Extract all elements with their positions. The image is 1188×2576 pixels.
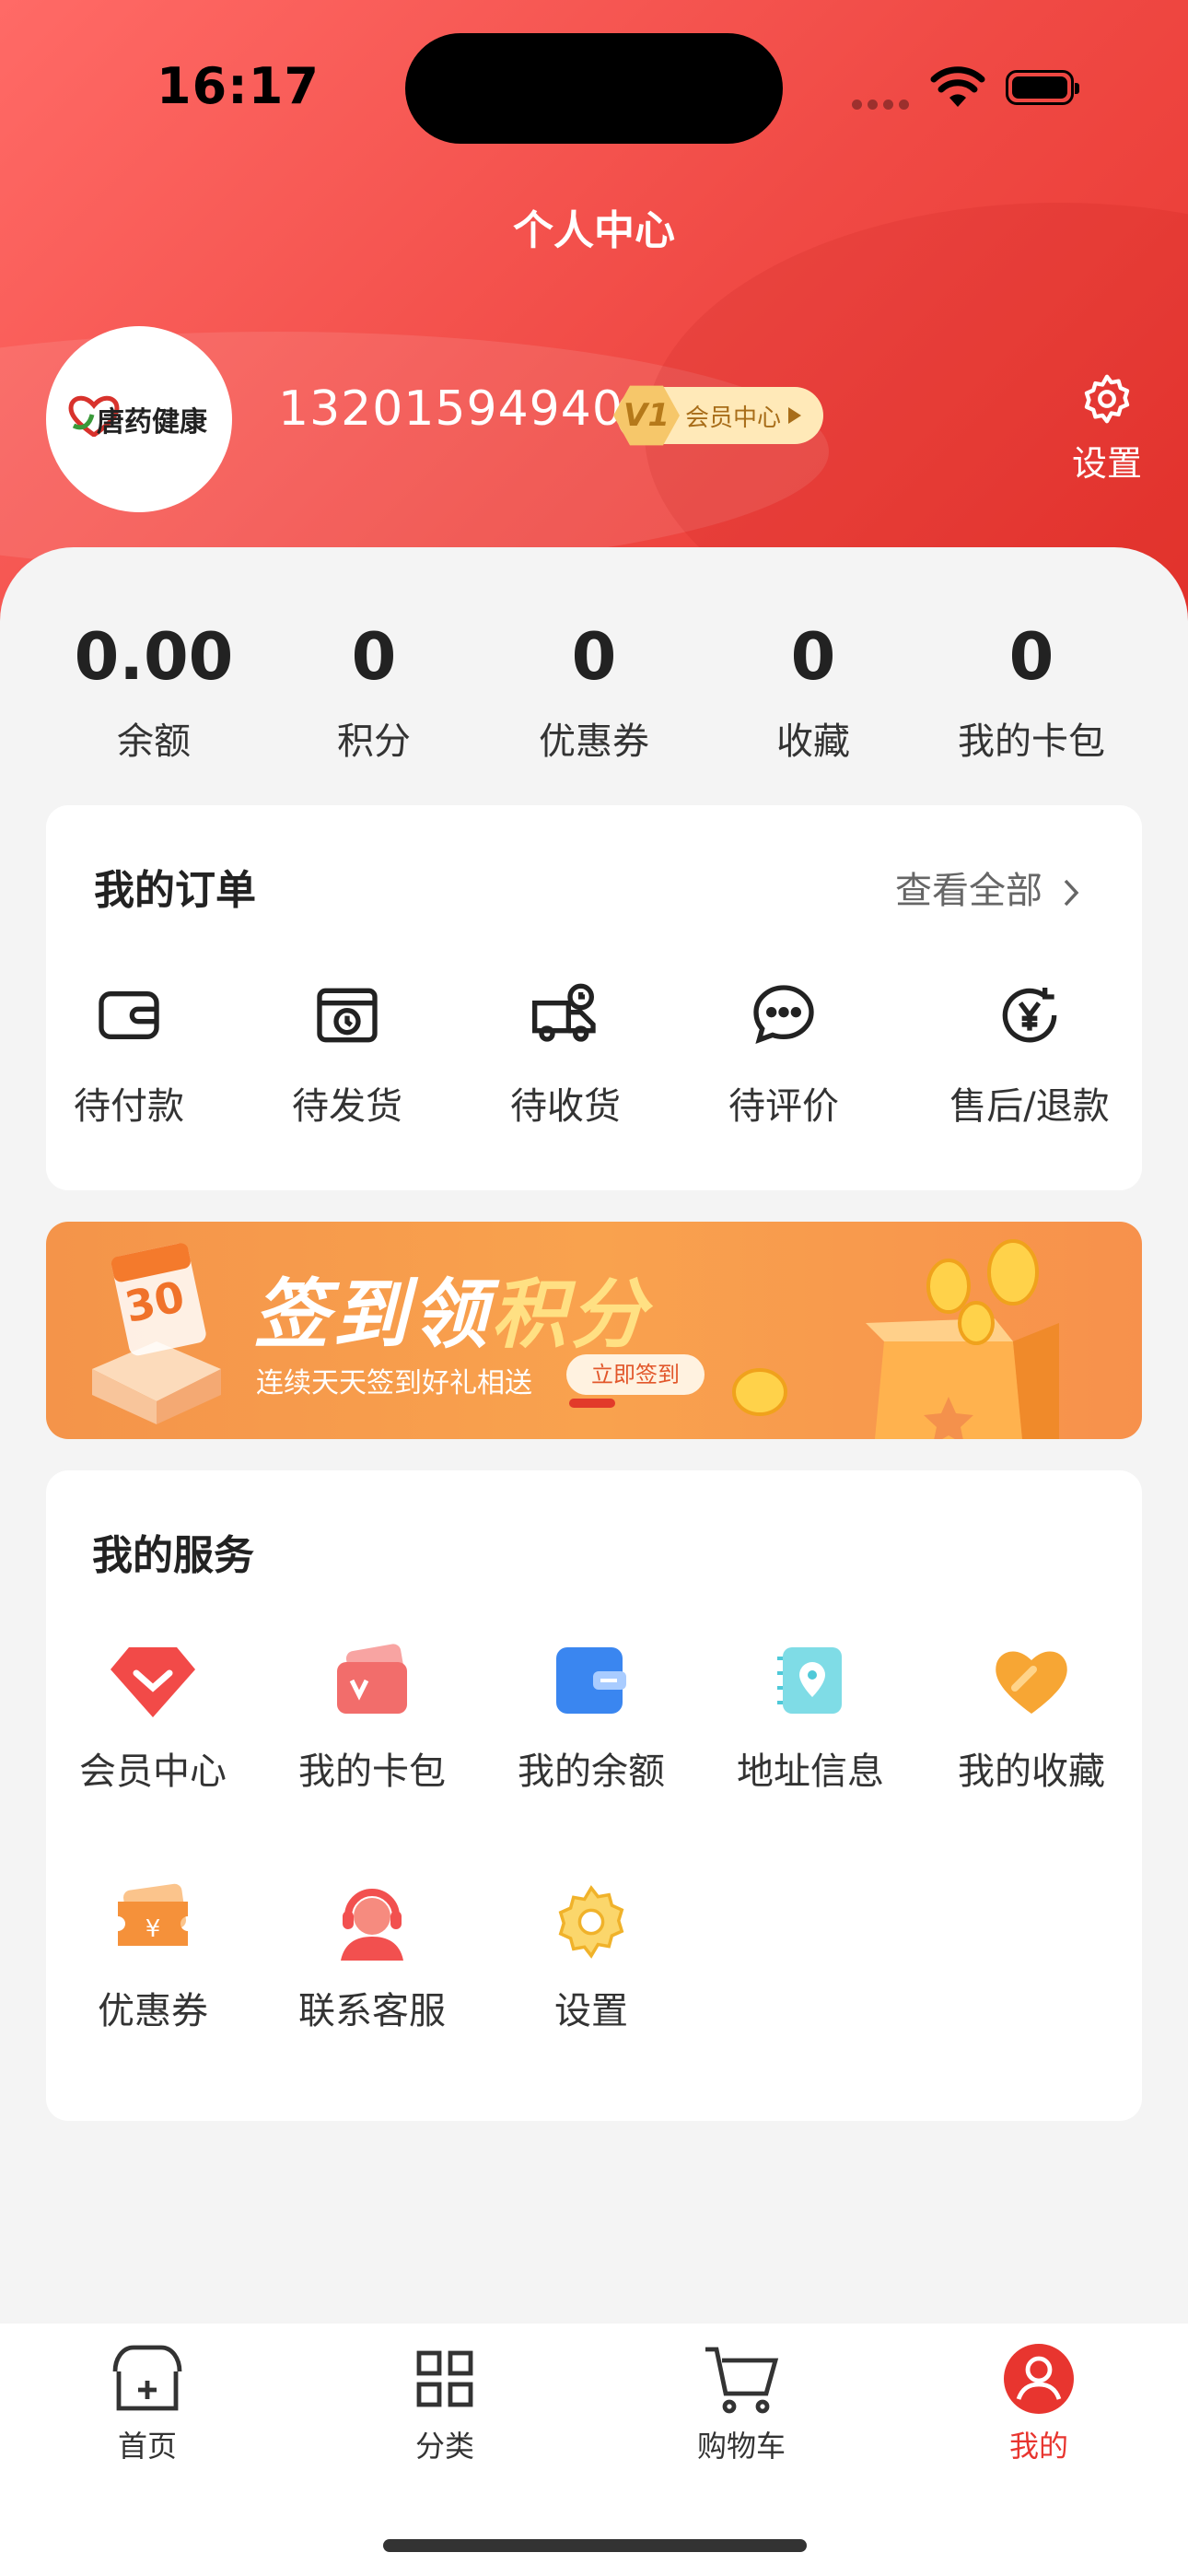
wallet-icon xyxy=(99,991,159,1039)
service-customer-support[interactable]: 联系客服 xyxy=(262,1883,483,2034)
tab-category[interactable]: 分类 xyxy=(371,2342,518,2465)
coin-icon xyxy=(732,1368,787,1416)
gear-icon xyxy=(1084,374,1130,424)
order-label: 待发货 xyxy=(292,1085,402,1128)
store-icon xyxy=(112,2345,182,2411)
tab-label: 首页 xyxy=(117,2429,177,2464)
order-pending-review[interactable]: 待评价 xyxy=(673,978,894,1130)
service-label: 我的余额 xyxy=(518,1751,665,1793)
service-settings[interactable]: 设置 xyxy=(481,1883,702,2034)
order-label: 待付款 xyxy=(74,1085,184,1128)
chevron-right-icon xyxy=(1064,879,1079,907)
service-label: 我的卡包 xyxy=(298,1751,446,1793)
service-coupons[interactable]: ¥ 优惠券 xyxy=(42,1883,263,2034)
service-label: 地址信息 xyxy=(737,1751,884,1793)
play-arrow-icon xyxy=(788,407,802,424)
tab-label: 我的 xyxy=(1008,2429,1068,2464)
order-label: 售后/退款 xyxy=(949,1085,1110,1128)
stat-value: 0 xyxy=(790,619,836,695)
services-title: 我的服务 xyxy=(92,1532,254,1579)
stat-label: 收藏 xyxy=(776,720,850,763)
card-wallet-icon xyxy=(337,1644,407,1714)
delivery-truck-icon xyxy=(532,983,596,1042)
diamond-icon xyxy=(111,1647,195,1717)
stat-value: 0 xyxy=(351,619,397,695)
wifi-icon xyxy=(930,66,985,112)
service-favorites[interactable]: 我的收藏 xyxy=(921,1644,1142,1795)
view-all-label: 查看全部 xyxy=(895,870,1042,912)
service-member-center[interactable]: 会员中心 xyxy=(42,1644,263,1795)
tab-mine[interactable]: 我的 xyxy=(965,2342,1112,2465)
brand-logo-text: 唐药健康 xyxy=(97,406,207,439)
service-label: 设置 xyxy=(554,1990,628,2032)
stat-label: 余额 xyxy=(117,720,191,763)
stat-card-wallet[interactable]: 0 我的卡包 xyxy=(949,619,1114,765)
stat-value: 0 xyxy=(1008,619,1054,695)
avatar[interactable]: 唐药健康 xyxy=(46,326,232,512)
cart-icon xyxy=(705,2347,779,2414)
stat-balance[interactable]: 0.00 余额 xyxy=(71,619,237,765)
view-all-orders-link[interactable]: 查看全部 xyxy=(895,861,1082,914)
order-pending-receipt[interactable]: 待收货 xyxy=(455,978,676,1130)
stat-points[interactable]: 0 积分 xyxy=(291,619,457,765)
tab-cart[interactable]: 购物车 xyxy=(668,2342,815,2465)
service-label: 我的收藏 xyxy=(958,1751,1105,1793)
service-balance[interactable]: 我的余额 xyxy=(481,1644,702,1795)
stat-label: 我的卡包 xyxy=(958,720,1105,763)
service-label: 联系客服 xyxy=(298,1990,446,2032)
settings-label: 设置 xyxy=(1071,443,1142,484)
settings-gear-icon xyxy=(558,1885,624,1959)
service-card-wallet[interactable]: 我的卡包 xyxy=(262,1644,483,1795)
order-refund[interactable]: 售后/退款 xyxy=(919,978,1140,1130)
service-label: 优惠券 xyxy=(98,1990,208,2032)
stat-value: 0 xyxy=(571,619,617,695)
orders-title: 我的订单 xyxy=(94,867,256,914)
map-location-icon xyxy=(777,1647,842,1714)
banner-indicator xyxy=(569,1399,615,1408)
heart-icon xyxy=(996,1651,1067,1714)
banner-title-b: 积分 xyxy=(491,1271,649,1359)
treasure-box-icon xyxy=(866,1239,1059,1439)
calendar-gift-icon xyxy=(92,1243,221,1424)
checkin-banner[interactable]: 30 签到领积分 连续天天签到好礼相送 立即签到 xyxy=(46,1222,1142,1439)
tab-home[interactable]: 首页 xyxy=(74,2342,221,2465)
banner-title: 签到领积分 xyxy=(253,1253,649,1363)
user-phone: 13201594940 xyxy=(278,381,623,437)
package-clock-icon xyxy=(317,988,378,1043)
status-time: 16:17 xyxy=(157,57,320,115)
coupon-icon: ¥ xyxy=(118,1883,188,1946)
banner-title-a: 签到领 xyxy=(253,1271,491,1359)
stat-coupons[interactable]: 0 优惠券 xyxy=(511,619,677,765)
svg-text:¥: ¥ xyxy=(146,1915,161,1943)
order-label: 待收货 xyxy=(510,1085,621,1128)
yen-refund-icon xyxy=(1002,988,1057,1043)
banner-subtitle: 连续天天签到好礼相送 xyxy=(256,1367,532,1399)
balance-wallet-icon xyxy=(556,1647,626,1714)
order-pending-shipment[interactable]: 待发货 xyxy=(237,978,458,1130)
stat-label: 积分 xyxy=(337,720,411,763)
customer-service-icon xyxy=(341,1889,403,1961)
member-center-badge[interactable]: V1 会员中心 xyxy=(613,385,823,446)
settings-button[interactable]: 设置 xyxy=(1059,372,1155,486)
service-label: 会员中心 xyxy=(79,1751,227,1793)
home-indicator[interactable] xyxy=(383,2539,807,2552)
battery-icon xyxy=(1006,70,1079,105)
member-center-label: 会员中心 xyxy=(685,404,782,432)
dynamic-island xyxy=(405,33,783,144)
service-address[interactable]: 地址信息 xyxy=(700,1644,921,1795)
grid-icon xyxy=(416,2350,473,2407)
checkin-button[interactable]: 立即签到 xyxy=(566,1354,705,1395)
stat-label: 优惠券 xyxy=(539,720,649,763)
order-pending-payment[interactable]: 待付款 xyxy=(18,978,239,1130)
order-label: 待评价 xyxy=(728,1085,839,1128)
tab-label: 分类 xyxy=(414,2429,474,2464)
page-title: 个人中心 xyxy=(513,207,675,254)
signal-icon xyxy=(852,96,914,113)
stat-favorites[interactable]: 0 收藏 xyxy=(730,619,896,765)
chat-bubble-icon xyxy=(753,985,814,1044)
user-icon xyxy=(1004,2344,1074,2414)
tab-label: 购物车 xyxy=(696,2429,786,2464)
stat-value: 0.00 xyxy=(74,619,234,695)
